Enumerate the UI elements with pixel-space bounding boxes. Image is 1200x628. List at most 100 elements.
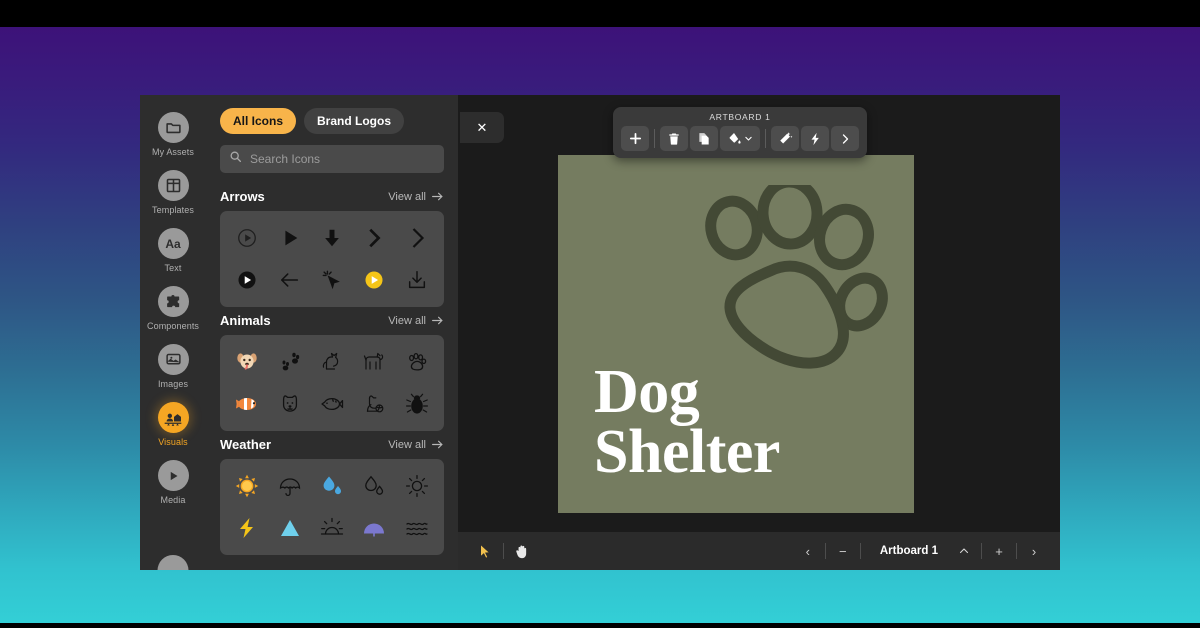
icon-download[interactable] [396,262,438,298]
icon-play-circle-filled[interactable] [226,262,268,298]
artboard-navigator: ‹ − Artboard 1 + › [796,539,1046,563]
sidebar-label: Components [146,321,200,331]
icon-waves[interactable] [396,510,438,546]
icon-grid-arrows [220,211,444,307]
sidebar-item-visuals[interactable]: Visuals [140,395,206,453]
view-all-arrows[interactable]: View all [388,191,444,203]
icon-sun[interactable] [226,468,268,504]
toolbar-divider [654,129,655,148]
icon-play-circle-outline[interactable] [226,220,268,256]
artboard-canvas[interactable]: Dog Shelter [558,155,914,513]
icon-bug[interactable] [396,386,438,422]
select-tool[interactable] [472,538,498,564]
search-box[interactable] [220,145,444,173]
fill-color-button[interactable] [720,126,760,151]
icon-grid-animals [220,335,444,431]
chevron-down-icon [744,136,752,141]
icon-dog-head[interactable] [268,386,310,422]
view-all-label: View all [388,190,426,203]
next-artboard-button[interactable]: › [1022,539,1046,563]
icon-grid-weather [220,459,444,555]
icon-drops-outline[interactable] [353,468,395,504]
artboard-toolbar: ARTBOARD 1 [613,107,867,158]
headline-line-1: Dog [594,357,700,426]
view-all-label: View all [388,314,426,327]
icon-umbrella-purple[interactable] [353,510,395,546]
icon-sections-scroll[interactable]: Arrows View all Animals View all Weather… [206,183,458,570]
search-icon [229,150,242,168]
section-title: Arrows [220,189,265,204]
icon-fish-outline[interactable] [311,386,353,422]
screenshot-root: My Assets Templates Aa Text Components I… [0,0,1200,628]
icon-arrow-down-bold[interactable] [311,220,353,256]
icon-umbrella[interactable] [268,468,310,504]
status-divider [1016,543,1017,559]
icon-chevron-right-2[interactable] [396,220,438,256]
hand-tool[interactable] [509,538,535,564]
icon-water-drops[interactable] [311,468,353,504]
sidebar-item-components[interactable]: Components [140,279,206,337]
icon-sun-outline[interactable] [396,468,438,504]
icon-lightning-bolt[interactable] [226,510,268,546]
collapse-artboards-button[interactable] [952,539,976,563]
sidebar-label: My Assets [152,147,194,157]
tab-all-icons[interactable]: All Icons [220,108,297,134]
icon-play-triangle[interactable] [268,220,310,256]
headline-line-2: Shelter [594,418,780,487]
icon-clownfish[interactable] [226,386,268,422]
canvas-area: ARTBOARD 1 Dog Shelter ‹ − Artboard 1 + … [458,95,1060,570]
icon-click-cursor[interactable] [311,262,353,298]
icon-cat-outline[interactable] [311,344,353,380]
icon-chevron-right-1[interactable] [353,220,395,256]
status-divider [981,543,982,559]
icon-arrow-left[interactable] [268,262,310,298]
text-aa-icon: Aa [157,228,189,259]
sidebar-item-images[interactable]: Images [140,337,206,395]
delete-artboard-button[interactable] [660,126,688,151]
scene-icon [157,402,189,433]
close-panel-button[interactable]: ✕ [460,112,504,143]
zoom-out-button[interactable]: − [831,539,855,563]
sidebar-item-partial[interactable] [157,555,189,570]
left-sidebar: My Assets Templates Aa Text Components I… [140,95,206,570]
sidebar-item-my-assets[interactable]: My Assets [140,105,206,163]
bottom-letterbox [0,623,1200,628]
icon-dog-outline[interactable] [353,344,395,380]
magic-effects-button[interactable] [771,126,799,151]
icon-dog-with-ball[interactable] [353,386,395,422]
search-input[interactable] [250,152,435,166]
icon-play-circle-yellow[interactable] [353,262,395,298]
artboard-toolbar-title: ARTBOARD 1 [709,112,771,122]
sidebar-item-media[interactable]: Media [140,453,206,511]
prev-artboard-button[interactable]: ‹ [796,539,820,563]
canvas-stage[interactable]: ARTBOARD 1 Dog Shelter [458,95,1060,532]
icon-dog-face[interactable] [226,344,268,380]
more-options-button[interactable] [831,126,859,151]
icon-library-panel: All Icons Brand Logos Arrows View all [206,95,458,570]
section-title: Animals [220,313,271,328]
cursor-arrow-icon [479,543,490,558]
view-all-animals[interactable]: View all [388,315,444,327]
status-divider [824,543,826,559]
animate-button[interactable] [801,126,829,151]
arrow-right-icon [432,440,443,449]
duplicate-button[interactable] [690,126,718,151]
view-all-weather[interactable]: View all [388,439,444,451]
artboard-headline: Dog Shelter [594,357,780,487]
sidebar-label: Text [164,263,182,273]
trash-icon [669,132,679,145]
panel-tab-bar: All Icons Brand Logos [206,95,458,142]
sidebar-item-templates[interactable]: Templates [140,163,206,221]
tab-brand-logos[interactable]: Brand Logos [304,108,405,134]
sidebar-item-text[interactable]: Aa Text [140,221,206,279]
icon-paw-print[interactable] [396,344,438,380]
canvas-status-bar: ‹ − Artboard 1 + › [458,532,1060,570]
folder-icon [157,112,189,143]
icon-paw-prints[interactable] [268,344,310,380]
zoom-in-button[interactable]: + [987,539,1011,563]
view-all-label: View all [388,438,426,451]
icon-sunrise[interactable] [311,510,353,546]
chevron-up-icon [959,548,969,554]
icon-mountain[interactable] [268,510,310,546]
add-artboard-button[interactable] [621,126,649,151]
